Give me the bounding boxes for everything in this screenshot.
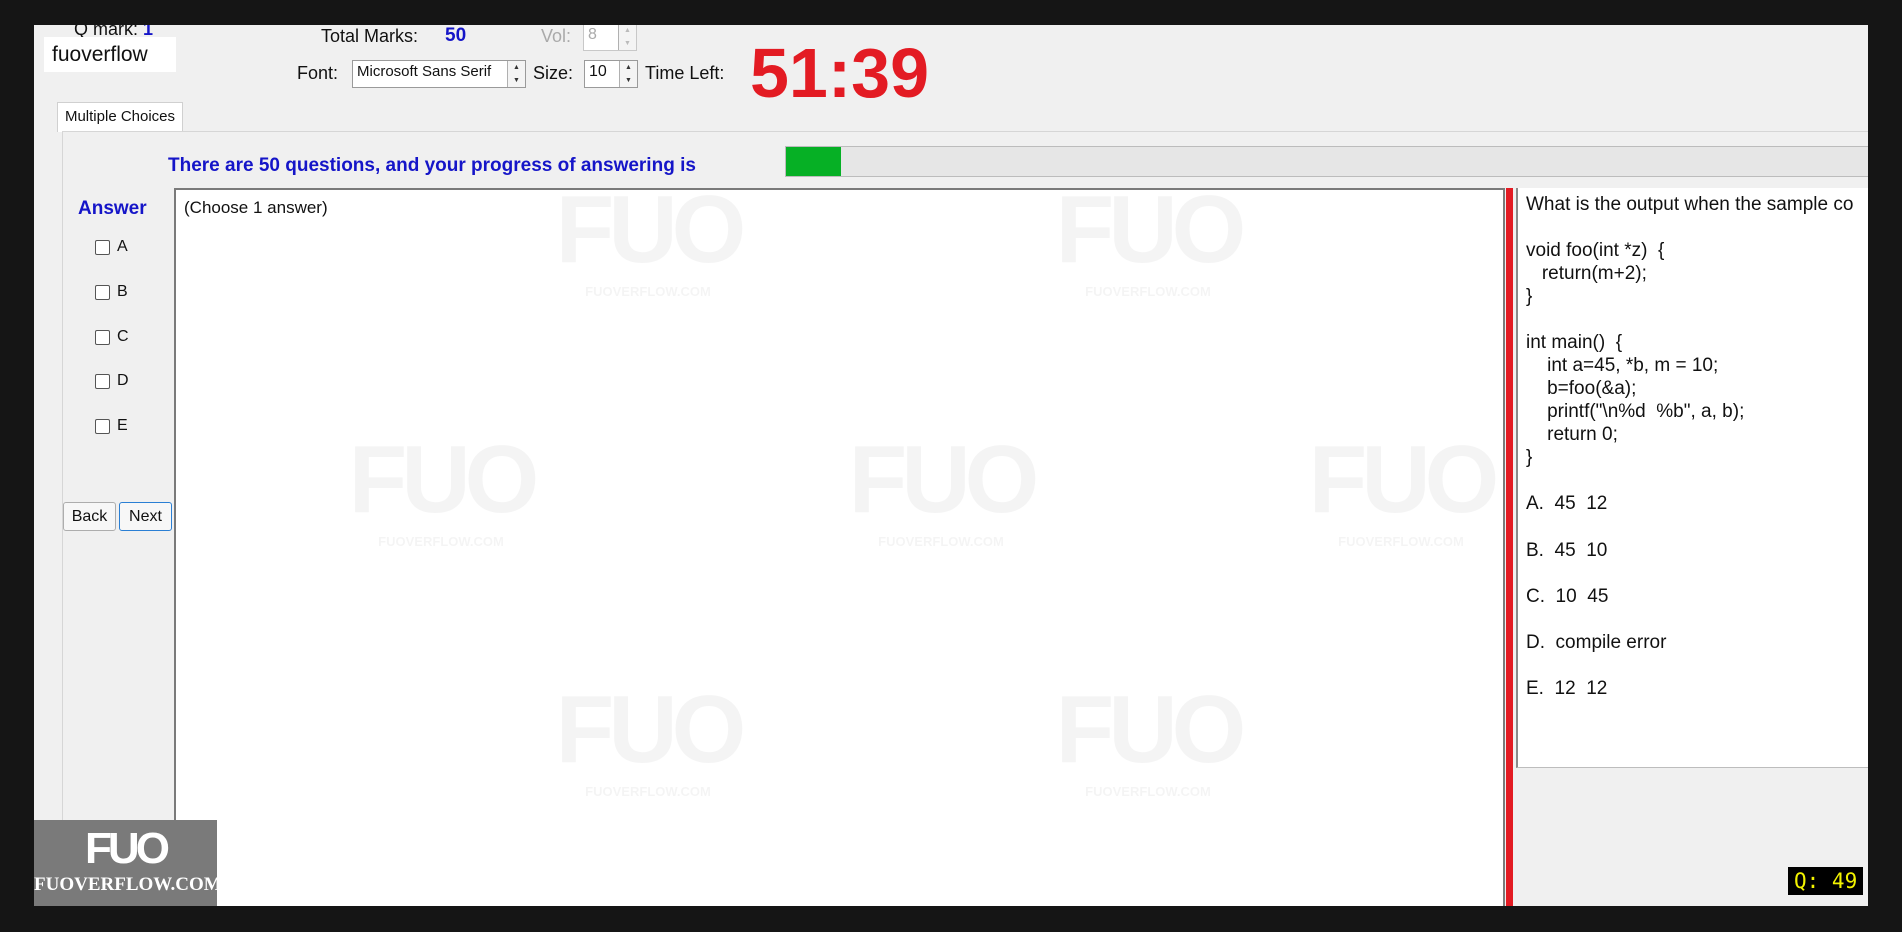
watermark-site: FUOVERFLOW.COM	[1043, 784, 1253, 799]
option-c[interactable]: C	[95, 328, 129, 346]
watermark-site: FUOVERFLOW.COM	[543, 784, 753, 799]
watermark-site: FUOVERFLOW.COM	[836, 534, 1046, 549]
question-line: What is the output when the sample co	[1526, 194, 1854, 215]
checkbox-a[interactable]	[95, 239, 110, 255]
question-line: printf("\n%d %b", a, b);	[1526, 401, 1745, 422]
next-button[interactable]: Next	[119, 502, 172, 531]
stepper-down-icon[interactable]: ▼	[620, 74, 637, 87]
question-line: }	[1526, 447, 1533, 468]
size-stepper[interactable]: 10 ▲ ▼	[584, 60, 638, 88]
stepper-up-icon[interactable]: ▲	[508, 61, 525, 74]
choice-a: A. 45 12	[1526, 493, 1608, 514]
font-selector[interactable]: Microsoft Sans Serif ▲ ▼	[352, 60, 526, 88]
watermark: FUO FUOVERFLOW.COM	[1043, 182, 1253, 300]
vol-stepper[interactable]: 8 ▲ ▼	[583, 25, 637, 51]
question-line: void foo(int *z) {	[1526, 240, 1665, 261]
font-stepper-buttons[interactable]: ▲ ▼	[507, 61, 525, 87]
question-number-badge: Q: 49	[1788, 867, 1864, 895]
watermark-logo: FUO	[336, 432, 546, 528]
back-button[interactable]: Back	[63, 502, 116, 531]
question-line: b=foo(&a);	[1526, 378, 1637, 399]
option-a-label: A	[117, 238, 128, 255]
watermark-site: FUOVERFLOW.COM	[1296, 534, 1506, 549]
watermark: FUO FUOVERFLOW.COM	[543, 182, 753, 300]
size-value: 10	[589, 63, 607, 80]
question-line: }	[1526, 286, 1533, 307]
watermark-logo: FUO	[1296, 432, 1506, 528]
watermark: FUO FUOVERFLOW.COM	[1296, 432, 1506, 550]
watermark: FUO FUOVERFLOW.COM	[543, 682, 753, 800]
site-badge: FUO FUOVERFLOW.COM	[34, 820, 222, 906]
stepper-down-icon[interactable]: ▼	[508, 74, 525, 87]
exam-window: Q mark: 1 fuoverflow Total Marks: 50 Vol…	[34, 25, 1868, 906]
watermark-logo: FUO	[543, 682, 753, 778]
checkbox-c[interactable]	[95, 329, 110, 345]
watermark-logo: FUO	[1043, 182, 1253, 278]
stepper-up-icon[interactable]: ▲	[620, 61, 637, 74]
stepper-up-icon[interactable]: ▲	[619, 25, 636, 37]
answer-text-panel: (Choose 1 answer) FUOFUOVERFLOW.COM FUOF…	[174, 182, 1506, 906]
watermark: FUO FUOVERFLOW.COM	[836, 432, 1046, 550]
countdown-timer: 51:39	[750, 34, 930, 112]
question-line: return 0;	[1526, 424, 1618, 445]
stepper-down-icon[interactable]: ▼	[619, 37, 636, 50]
checkbox-d[interactable]	[95, 373, 110, 389]
watermark-site: FUOVERFLOW.COM	[1043, 284, 1253, 299]
option-b-label: B	[117, 283, 128, 300]
option-e[interactable]: E	[95, 417, 128, 435]
option-a[interactable]: A	[95, 238, 128, 256]
choice-e: E. 12 12	[1526, 678, 1608, 699]
question-line: int main() {	[1526, 332, 1623, 353]
option-d-label: D	[117, 372, 129, 389]
progress-bar	[785, 146, 1868, 177]
overlay-label: fuoverflow	[52, 43, 148, 66]
option-b[interactable]: B	[95, 283, 128, 301]
font-value: Microsoft Sans Serif	[357, 63, 492, 80]
site-badge-text: FUOVERFLOW.COM	[34, 874, 222, 895]
choose-instruction: (Choose 1 answer)	[184, 198, 328, 217]
vol-label: Vol:	[541, 26, 572, 46]
watermark-logo: FUO	[836, 432, 1046, 528]
checkbox-e[interactable]	[95, 418, 110, 434]
size-label: Size:	[533, 63, 574, 83]
site-badge-logo: FUO	[85, 824, 170, 873]
option-d[interactable]: D	[95, 372, 129, 390]
watermark-site: FUOVERFLOW.COM	[336, 534, 546, 549]
total-marks-value: 50	[445, 25, 467, 46]
total-marks-label: Total Marks:	[321, 26, 419, 46]
size-stepper-buttons[interactable]: ▲ ▼	[619, 61, 637, 87]
vol-value: 8	[588, 26, 597, 43]
watermark-site: FUOVERFLOW.COM	[543, 284, 753, 299]
option-e-label: E	[117, 417, 128, 434]
watermark: FUO FUOVERFLOW.COM	[336, 432, 546, 550]
choice-b: B. 45 10	[1526, 540, 1608, 561]
tab-multiple-choices[interactable]: Multiple Choices	[57, 102, 183, 132]
question-line: return(m+2);	[1526, 263, 1647, 284]
font-label: Font:	[297, 63, 339, 83]
question-line: int a=45, *b, m = 10;	[1526, 355, 1719, 376]
option-c-label: C	[117, 328, 129, 345]
watermark: FUO FUOVERFLOW.COM	[1043, 682, 1253, 800]
overlay-label-box: fuoverflow	[44, 37, 176, 72]
answer-title: Answer	[78, 198, 147, 219]
vol-stepper-buttons[interactable]: ▲ ▼	[618, 25, 636, 50]
progress-fill	[786, 147, 841, 176]
watermark-logo: FUO	[1043, 682, 1253, 778]
checkbox-b[interactable]	[95, 284, 110, 300]
question-panel: What is the output when the sample co vo…	[1516, 188, 1868, 768]
divider-bar	[1506, 188, 1513, 906]
progress-text: There are 50 questions, and your progres…	[168, 155, 696, 176]
watermark-logo: FUO	[543, 182, 753, 278]
choice-c: C. 10 45	[1526, 586, 1609, 607]
choice-d: D. compile error	[1526, 632, 1667, 653]
time-left-label: Time Left:	[645, 63, 725, 83]
